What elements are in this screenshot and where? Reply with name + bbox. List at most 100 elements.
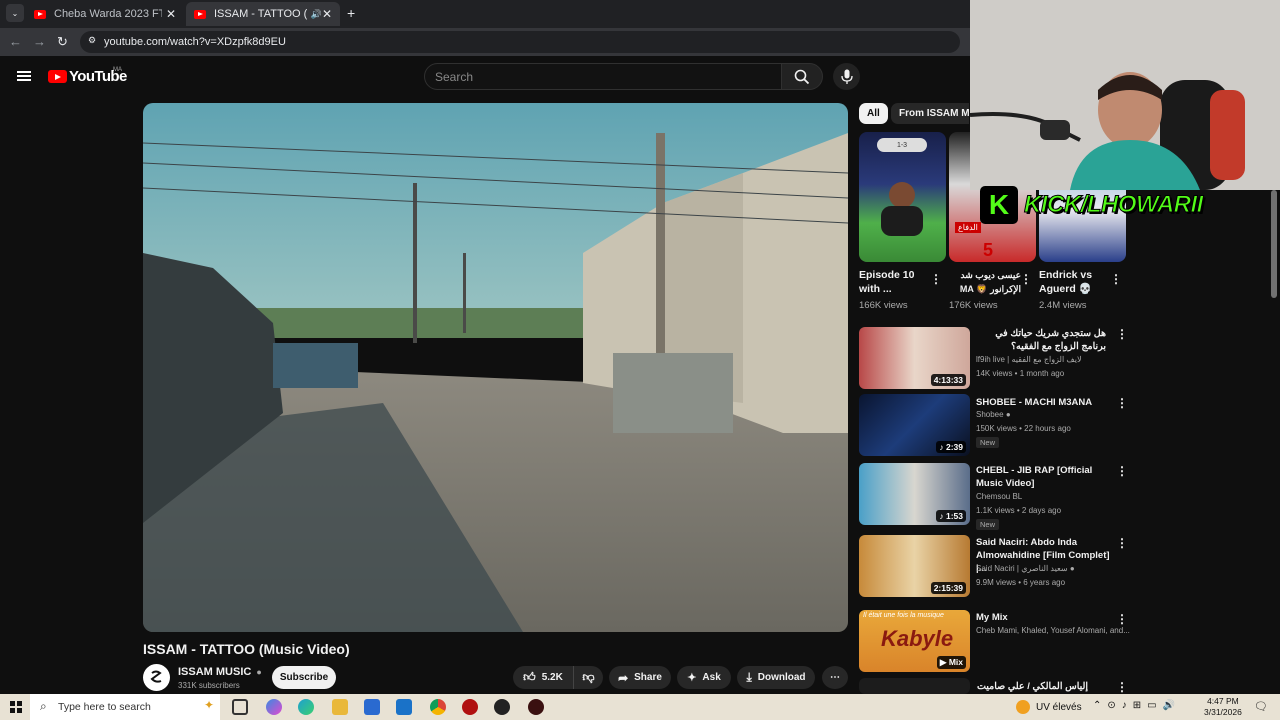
kick-logo-icon: K [980,186,1018,224]
outlook-icon[interactable] [396,699,412,715]
voice-search-button[interactable] [833,63,860,90]
app-dark-icon[interactable] [528,699,544,715]
close-tab-icon[interactable]: ✕ [166,7,176,21]
app-red-icon[interactable] [462,699,478,715]
windows-taskbar: ⌕ Type here to search ✦ UV élevés ⌃⊙♪⊞▭🔊… [0,694,1280,720]
like-button[interactable]: 👍︎ 5.2K [513,666,573,689]
channel-avatar[interactable] [143,664,170,691]
address-bar[interactable]: ⚙ youtube.com/watch?v=XDzpfk8d9EU [80,31,960,53]
windows-start-icon[interactable] [10,701,22,713]
video-menu-icon[interactable]: ⋮ [1116,327,1128,341]
weather-widget[interactable]: UV élevés [1016,700,1082,714]
mix-thumb-word: Kabyle [881,626,954,651]
subscriber-count: 331K subscribers [178,681,240,690]
video-menu-icon[interactable]: ⋮ [1116,680,1128,694]
short-views-2: 176K views [949,300,998,311]
music-note-icon: ♪ [939,511,946,521]
download-button[interactable]: ⤓ Download [737,666,815,689]
forward-icon[interactable]: → [33,34,46,49]
thumbs-down-icon: 👎︎ [582,670,595,684]
search-highlight-icon: ✦ [203,698,214,712]
store-icon[interactable] [364,699,380,715]
short-thumbnail-1[interactable]: 1-3 [859,132,946,262]
short-views-3: 2.4M views [1039,300,1087,311]
short-menu-icon[interactable]: ⋮ [1110,272,1122,286]
video-player[interactable] [143,103,848,632]
playlist-icon: ▶ [939,657,949,667]
short-thumb-text: الدفاع [955,222,981,233]
video-duration: ♪ 1:53 [936,510,966,522]
search-input[interactable]: Search [424,63,782,90]
person-figure [889,182,915,208]
task-view-icon[interactable] [232,699,248,715]
short-views-1: 166K views [859,300,908,311]
channel-link[interactable]: Chemsou BL [976,492,1022,501]
new-badge: New [976,519,1000,530]
video-menu-icon[interactable]: ⋮ [1116,536,1128,550]
taskbar-search-placeholder: Type here to search [58,701,151,713]
video-title-link[interactable]: CHEBL - JIB RAP [Official Music Video] [976,464,1116,490]
short-menu-icon[interactable]: ⋮ [930,272,942,286]
video-thumbnail[interactable]: ♪ 2:39 [859,394,970,456]
video-menu-icon[interactable]: ⋮ [1116,396,1128,410]
reload-icon[interactable]: ↻ [57,34,68,50]
download-icon: ⤓ [746,670,752,684]
mix-thumbnail[interactable]: Il était une fois la musique Kabyle ▶ Mi… [859,610,970,672]
browser-tab-1[interactable]: Cheba Warda 2023 FT Manini S ✕ [26,2,184,26]
dislike-button[interactable]: 👎︎ [573,666,603,689]
short-menu-icon[interactable]: ⋮ [1020,272,1032,286]
ask-label: Ask [702,672,721,683]
chip-all[interactable]: All [859,103,888,124]
browser-tab-2[interactable]: ISSAM - TATTOO (Music Vi 🔊 ✕ [186,2,340,26]
channel-link[interactable]: lf9ih live | لايف الزواج مع الفقيه [976,355,1082,364]
video-menu-icon[interactable]: ⋮ [1116,612,1128,626]
notifications-icon[interactable]: 🗨 [1254,700,1268,713]
audio-playing-icon[interactable]: 🔊 [311,9,322,20]
short-title-1[interactable]: Episode 10 with ... [859,268,931,296]
video-menu-icon[interactable]: ⋮ [1116,464,1128,478]
video-thumbnail[interactable]: 2:15:39 [859,535,970,597]
ask-button[interactable]: ✦ Ask [677,666,731,689]
edge-browser-icon[interactable] [298,699,314,715]
channel-link[interactable]: Shobee ● [976,410,1011,419]
microphone-icon [840,69,853,84]
page-scrollbar[interactable] [1271,190,1277,298]
music-note-icon: ♪ [939,442,946,452]
copilot-icon[interactable] [266,699,282,715]
plus-icon[interactable]: + [347,5,355,21]
video-thumbnail[interactable] [859,678,970,694]
menu-icon[interactable] [17,71,31,81]
youtube-logo-icon[interactable] [48,70,67,83]
chip-from-channel[interactable]: From ISSAM MUS [891,103,969,124]
video-thumbnail[interactable]: 4:13:33 [859,327,970,389]
clock[interactable]: 4:47 PM 3/31/2026 [1204,696,1242,718]
channel-link[interactable]: Said Naciri | سعيد الناصري ● [976,564,1075,573]
back-icon[interactable]: ← [9,34,22,49]
video-thumbnail[interactable]: ♪ 1:53 [859,463,970,525]
video-metadata: 14K views • 1 month ago [976,369,1065,378]
youtube-favicon-icon [34,9,46,19]
video-title-link[interactable]: My Mix [976,611,1116,624]
weather-text: UV élevés [1036,701,1082,713]
mix-badge: ▶ Mix [936,656,966,669]
new-badge: New [976,437,1000,448]
channel-name[interactable]: ISSAM MUSIC ● [178,666,262,678]
share-button[interactable]: ➦ Share [609,666,671,689]
tab-title: ISSAM - TATTOO (Music Vi [214,8,307,20]
short-title-2[interactable]: عيسى ديوب شد الإكرانور 🦁 MA [949,268,1021,296]
tab-list-dropdown-icon[interactable]: ⌄ [6,4,24,22]
subscribe-button[interactable]: Subscribe [272,666,336,689]
4k-downloader-icon[interactable] [494,699,510,715]
short-title-3[interactable]: Endrick vs Aguerd 💀 [1039,268,1111,296]
search-button[interactable] [781,63,823,90]
video-title-link[interactable]: هل ستجدي شريك حياتك في برنامج الزواج مع … [976,327,1106,353]
tab-title: Cheba Warda 2023 FT Manini S [54,8,162,20]
video-title-link[interactable]: SHOBEE - MACHI M3ANA [976,396,1116,409]
file-explorer-icon[interactable] [332,699,348,715]
chrome-icon[interactable] [430,699,446,715]
system-tray-icons[interactable]: ⌃⊙♪⊞▭🔊 [1093,700,1181,711]
taskbar-search-input[interactable]: ⌕ Type here to search ✦ [30,694,220,720]
close-tab-icon[interactable]: ✕ [322,7,332,21]
more-actions-button[interactable]: ⋯ [822,666,848,689]
site-info-icon[interactable]: ⚙ [88,35,96,46]
